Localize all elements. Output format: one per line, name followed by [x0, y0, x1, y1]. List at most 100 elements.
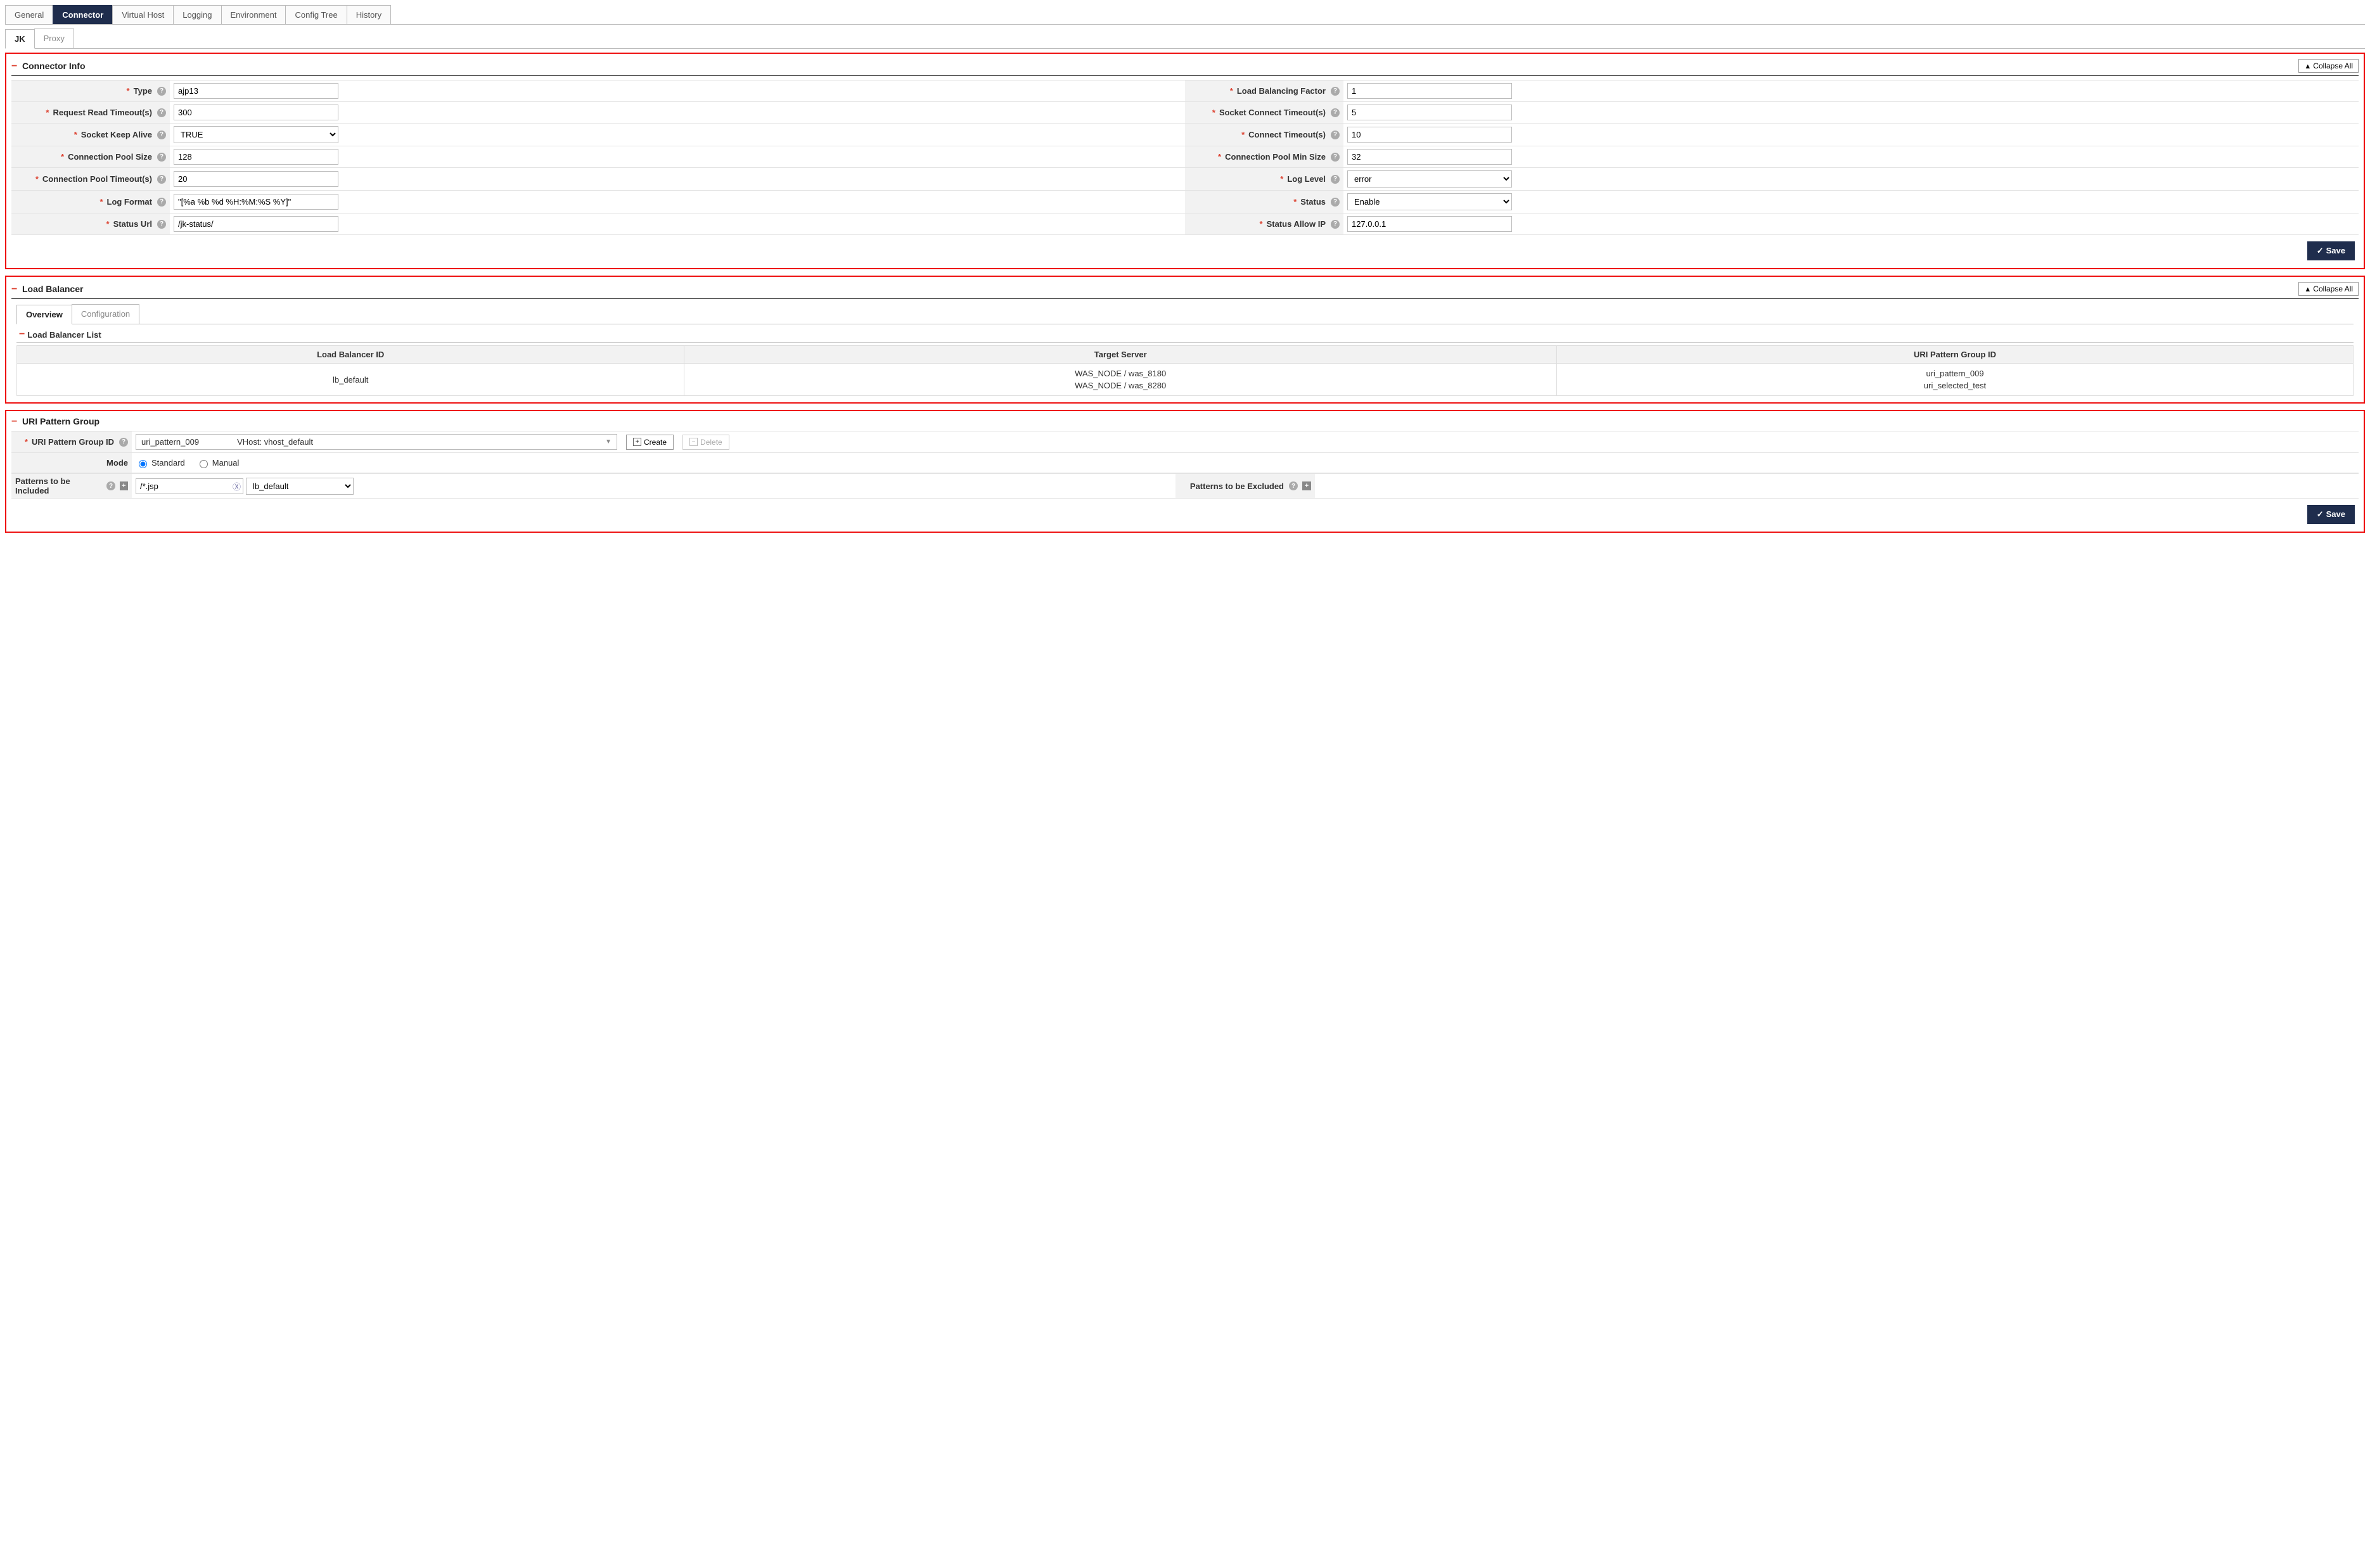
- sub-tab-proxy[interactable]: Proxy: [34, 29, 74, 48]
- connector-info-title: Connector Info: [22, 61, 86, 71]
- tab-history[interactable]: History: [347, 5, 391, 24]
- col-target-server: Target Server: [684, 346, 1557, 364]
- create-button[interactable]: +Create: [626, 435, 674, 450]
- include-lb-select[interactable]: lb_default: [246, 478, 354, 495]
- help-icon[interactable]: ?: [1331, 108, 1340, 117]
- lb-tab-configuration[interactable]: Configuration: [72, 304, 139, 324]
- collapse-all-button[interactable]: ▲Collapse All: [2298, 282, 2359, 296]
- cps-input[interactable]: [174, 149, 338, 165]
- rrt-input[interactable]: [174, 105, 338, 120]
- statusip-label: Status Allow IP: [1267, 219, 1326, 229]
- check-icon: ✓: [2317, 246, 2324, 255]
- mode-standard-radio[interactable]: Standard: [136, 458, 185, 468]
- statusurl-input[interactable]: [174, 216, 338, 232]
- uri-group-cell: uri_pattern_009 uri_selected_test: [1557, 364, 2354, 396]
- add-include-icon[interactable]: +: [120, 481, 128, 490]
- lbf-input[interactable]: [1347, 83, 1512, 99]
- help-icon[interactable]: ?: [157, 153, 166, 162]
- help-icon[interactable]: ?: [1331, 131, 1340, 139]
- delete-button[interactable]: −Delete: [682, 435, 729, 450]
- help-icon[interactable]: ?: [157, 175, 166, 184]
- type-input[interactable]: [174, 83, 338, 99]
- add-exclude-icon[interactable]: +: [1302, 481, 1311, 490]
- collapse-icon[interactable]: −: [11, 284, 17, 295]
- uri-id-value: uri_pattern_009: [141, 437, 199, 447]
- include-pattern-input[interactable]: [136, 478, 243, 494]
- tab-logging[interactable]: Logging: [173, 5, 221, 24]
- tab-virtual-host[interactable]: Virtual Host: [112, 5, 174, 24]
- table-row[interactable]: lb_default WAS_NODE / was_8180 WAS_NODE …: [17, 364, 2354, 396]
- load-balancer-title: Load Balancer: [22, 284, 83, 294]
- help-icon[interactable]: ?: [157, 108, 166, 117]
- ct-input[interactable]: [1347, 127, 1512, 143]
- type-label: Type: [134, 86, 152, 96]
- logformat-input[interactable]: [174, 194, 338, 210]
- col-uri-group: URI Pattern Group ID: [1557, 346, 2354, 364]
- lb-id-cell: lb_default: [17, 364, 684, 396]
- target-cell: WAS_NODE / was_8180 WAS_NODE / was_8280: [684, 364, 1557, 396]
- uri-vhost-value: VHost: vhost_default: [237, 437, 313, 447]
- load-balancer-panel: − Load Balancer ▲Collapse All Overview C…: [5, 276, 2365, 404]
- help-icon[interactable]: ?: [157, 131, 166, 139]
- sub-tabs: JK Proxy: [5, 29, 2365, 49]
- loglevel-select[interactable]: error: [1347, 170, 1512, 188]
- mode-label: Mode: [106, 458, 128, 468]
- connector-info-form: *Type? *Load Balancing Factor? *Request …: [11, 80, 2359, 235]
- help-icon[interactable]: ?: [1331, 220, 1340, 229]
- help-icon[interactable]: ?: [157, 87, 166, 96]
- tab-connector[interactable]: Connector: [53, 5, 113, 24]
- help-icon[interactable]: ?: [119, 438, 128, 447]
- exclude-label: Patterns to be Excluded: [1190, 481, 1284, 491]
- lb-list-title: Load Balancer List: [27, 330, 101, 340]
- collapse-all-button[interactable]: ▲Collapse All: [2298, 59, 2359, 73]
- uri-id-dropdown[interactable]: uri_pattern_009 VHost: vhost_default ▼: [136, 434, 617, 450]
- clear-icon[interactable]: Ⓧ: [233, 480, 241, 492]
- status-select[interactable]: Enable: [1347, 193, 1512, 210]
- uri-id-label: URI Pattern Group ID: [32, 437, 114, 447]
- lb-table: Load Balancer ID Target Server URI Patte…: [16, 345, 2354, 396]
- ska-select[interactable]: TRUE: [174, 126, 338, 143]
- col-lb-id: Load Balancer ID: [17, 346, 684, 364]
- check-icon: ✓: [2317, 509, 2324, 519]
- main-tabs: General Connector Virtual Host Logging E…: [5, 5, 2365, 25]
- statusurl-label: Status Url: [113, 219, 152, 229]
- minus-icon: −: [689, 438, 698, 446]
- save-button[interactable]: ✓Save: [2307, 505, 2355, 524]
- logformat-label: Log Format: [107, 197, 153, 207]
- lbf-label: Load Balancing Factor: [1237, 86, 1326, 96]
- lb-tab-overview[interactable]: Overview: [16, 305, 72, 324]
- chevron-up-icon: ▲: [2304, 286, 2311, 293]
- cps-label: Connection Pool Size: [68, 152, 152, 162]
- tab-general[interactable]: General: [5, 5, 53, 24]
- uri-pattern-group-panel: − URI Pattern Group *URI Pattern Group I…: [5, 410, 2365, 533]
- status-label: Status: [1300, 197, 1326, 207]
- connector-info-panel: − Connector Info ▲Collapse All *Type? *L…: [5, 53, 2365, 269]
- collapse-icon[interactable]: −: [19, 329, 25, 340]
- ct-label: Connect Timeout(s): [1248, 130, 1326, 139]
- help-icon[interactable]: ?: [1331, 153, 1340, 162]
- ska-label: Socket Keep Alive: [81, 130, 152, 139]
- chevron-up-icon: ▲: [2304, 63, 2311, 70]
- cpt-label: Connection Pool Timeout(s): [42, 174, 152, 184]
- rrt-label: Request Read Timeout(s): [53, 108, 152, 117]
- collapse-icon[interactable]: −: [11, 61, 17, 72]
- help-icon[interactable]: ?: [1289, 481, 1298, 490]
- sct-input[interactable]: [1347, 105, 1512, 120]
- caret-down-icon: ▼: [605, 438, 612, 445]
- save-button[interactable]: ✓Save: [2307, 241, 2355, 260]
- mode-manual-radio[interactable]: Manual: [196, 458, 240, 468]
- statusip-input[interactable]: [1347, 216, 1512, 232]
- help-icon[interactable]: ?: [1331, 87, 1340, 96]
- collapse-icon[interactable]: −: [11, 417, 17, 427]
- cpms-input[interactable]: [1347, 149, 1512, 165]
- tab-environment[interactable]: Environment: [221, 5, 286, 24]
- tab-config-tree[interactable]: Config Tree: [285, 5, 347, 24]
- help-icon[interactable]: ?: [1331, 175, 1340, 184]
- help-icon[interactable]: ?: [157, 198, 166, 207]
- help-icon[interactable]: ?: [1331, 198, 1340, 207]
- help-icon[interactable]: ?: [106, 481, 115, 490]
- sub-tab-jk[interactable]: JK: [5, 29, 35, 49]
- cpt-input[interactable]: [174, 171, 338, 187]
- help-icon[interactable]: ?: [157, 220, 166, 229]
- sct-label: Socket Connect Timeout(s): [1219, 108, 1326, 117]
